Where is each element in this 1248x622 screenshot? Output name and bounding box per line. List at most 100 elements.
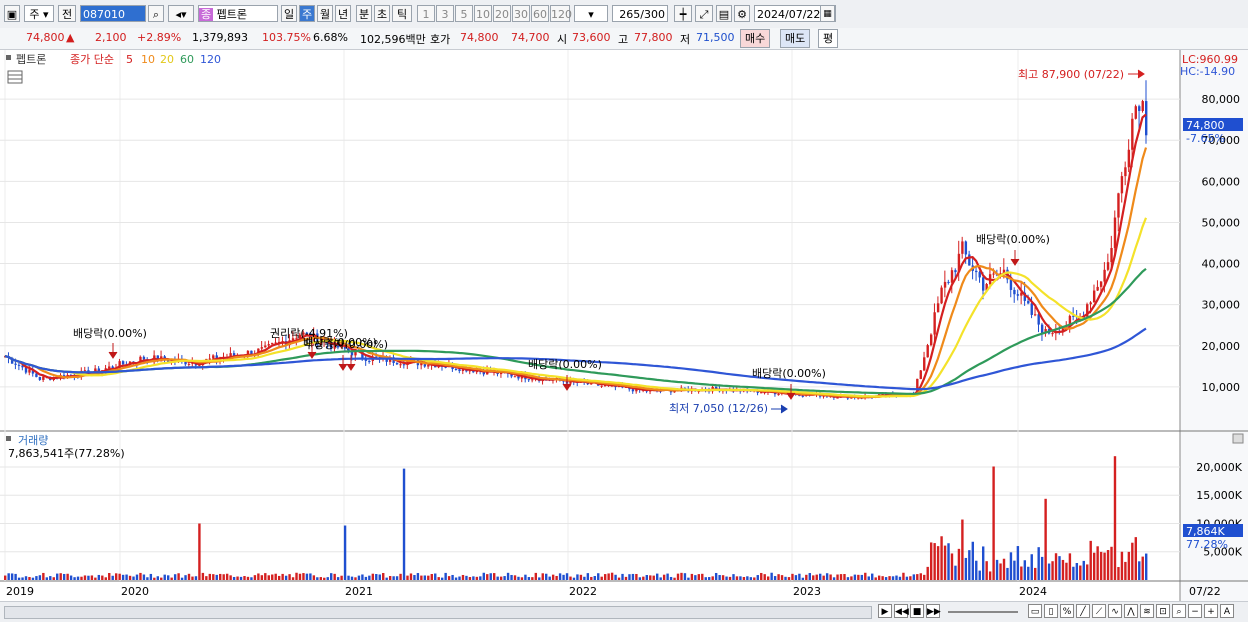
volume-bar <box>298 573 302 580</box>
fast-forward-icon[interactable]: ▶▶ <box>926 604 941 618</box>
open-label: 시 <box>557 33 568 46</box>
candle-body <box>929 334 933 346</box>
volume-bar <box>732 574 735 580</box>
annotation-dividend-2019: 배당락(0.00%) <box>73 327 147 340</box>
chart-area[interactable]: 펩트론 종가 단순 5 10 20 60 120 LC:960.99 HC:-1… <box>0 50 1248 601</box>
volume-bar <box>121 574 125 580</box>
market-select[interactable]: 주 ▾ <box>24 5 54 22</box>
ma-legend-20: 20 <box>160 53 174 66</box>
volume-bar <box>1027 566 1030 580</box>
period-week[interactable]: 주 <box>299 5 315 22</box>
sound-icon[interactable]: ◂▾ <box>168 5 194 22</box>
prev-button[interactable]: 전 <box>58 5 76 22</box>
period-minute[interactable]: 분 <box>356 5 372 22</box>
calendar-icon[interactable]: ▦ <box>820 5 835 22</box>
period-day[interactable]: 일 <box>281 5 297 22</box>
candle-body <box>267 344 270 346</box>
table-view-icon[interactable] <box>7 70 23 84</box>
volume-bar <box>364 576 368 580</box>
horizontal-scrollbar[interactable] <box>4 606 872 619</box>
volume-bar <box>1145 553 1148 580</box>
volume-bar <box>461 574 465 580</box>
minute-option-5[interactable]: 5 <box>455 5 473 22</box>
magnifier-icon[interactable]: ⌕ <box>1172 604 1186 618</box>
volume-bar <box>635 573 638 580</box>
volume-bar <box>94 577 97 580</box>
auto-scale-icon[interactable]: A <box>1220 604 1234 618</box>
scroll-right-icon[interactable]: ▶ <box>878 604 892 618</box>
volume-bar <box>545 573 548 580</box>
zoom-in-icon[interactable]: + <box>1204 604 1218 618</box>
wave-tool-icon[interactable]: ∿ <box>1108 604 1122 618</box>
candle-body <box>1145 101 1148 136</box>
buy-button[interactable]: 매수 <box>740 29 771 48</box>
volume-bar <box>277 575 281 580</box>
candle-body <box>1027 300 1030 304</box>
volume-panel-close-icon[interactable] <box>1232 433 1244 444</box>
candle-type-icon[interactable]: ┿ <box>674 5 692 22</box>
chart-menu-icon[interactable]: ▣ <box>4 5 20 22</box>
search-icon[interactable]: ⌕ <box>148 5 164 22</box>
volume-bar <box>999 563 1002 580</box>
stop-icon[interactable]: ■ <box>910 604 924 618</box>
volume-bar <box>964 557 968 580</box>
volume-bar <box>357 575 361 580</box>
trend-tool-icon[interactable]: ╱ <box>1076 604 1090 618</box>
minute-option-120[interactable]: 120 <box>550 5 572 22</box>
volume-bar <box>718 575 721 580</box>
period-second[interactable]: 초 <box>374 5 390 22</box>
period-year[interactable]: 년 <box>335 5 351 22</box>
save-icon[interactable]: ▤ <box>716 5 732 22</box>
volume-bar <box>541 573 544 580</box>
eval-button[interactable]: 평 <box>818 29 839 48</box>
split-icon[interactable]: ▯ <box>1044 604 1058 618</box>
volume-bar <box>49 576 52 580</box>
candle-body <box>1051 333 1054 335</box>
volume-bar <box>73 577 76 580</box>
volume-bar <box>83 575 87 580</box>
layout-icon[interactable]: ▭ <box>1028 604 1042 618</box>
volume-bar <box>104 577 107 580</box>
custom-period-select[interactable]: ▾ <box>574 5 608 22</box>
lock-icon[interactable]: ⊡ <box>1156 604 1170 618</box>
minute-option-30[interactable]: 30 <box>512 5 530 22</box>
volume-bar <box>645 575 648 580</box>
line-tool-icon[interactable]: ⟋ <box>1092 604 1106 618</box>
stock-code-input[interactable]: 087010 <box>80 5 146 22</box>
sell-button[interactable]: 매도 <box>780 29 811 48</box>
volume-bar <box>777 574 780 580</box>
volume-bar <box>673 577 676 580</box>
minute-option-3[interactable]: 3 <box>436 5 454 22</box>
volume-bar <box>565 573 569 580</box>
polyline-tool-icon[interactable]: ⋀ <box>1124 604 1138 618</box>
zoom-slider[interactable] <box>948 611 1018 613</box>
volume-bar <box>153 577 156 580</box>
volume-bar <box>680 572 683 580</box>
count-field[interactable]: 265/300 <box>612 5 668 22</box>
volume-tick-label: 20,000K <box>1196 461 1242 474</box>
fib-tool-icon[interactable]: ≋ <box>1140 604 1154 618</box>
volume-bar <box>524 574 527 580</box>
candle-body <box>121 361 125 365</box>
volume-bar <box>905 576 909 580</box>
candle-body <box>631 389 635 392</box>
minute-option-10[interactable]: 10 <box>474 5 492 22</box>
volume-bar <box>56 573 59 580</box>
candle-body <box>531 379 534 381</box>
period-month[interactable]: 월 <box>317 5 333 22</box>
volume-bar <box>978 570 981 580</box>
zoom-out-icon[interactable]: − <box>1188 604 1202 618</box>
stock-name-field[interactable]: 종 펩트론 <box>198 5 278 22</box>
crosshair-icon[interactable]: ⤢ <box>695 5 713 22</box>
period-tick[interactable]: 틱 <box>392 5 412 22</box>
volume-bar <box>968 550 971 580</box>
candle-body <box>1131 118 1134 150</box>
minute-option-20[interactable]: 20 <box>493 5 511 22</box>
ratio-icon[interactable]: % <box>1060 604 1074 618</box>
volume-bar <box>558 573 562 580</box>
settings-gear-icon[interactable]: ⚙ <box>734 5 750 22</box>
volume-bar <box>1082 560 1085 580</box>
minute-option-1[interactable]: 1 <box>417 5 435 22</box>
minute-option-60[interactable]: 60 <box>531 5 549 22</box>
rewind-icon[interactable]: ◀◀ <box>894 604 909 618</box>
